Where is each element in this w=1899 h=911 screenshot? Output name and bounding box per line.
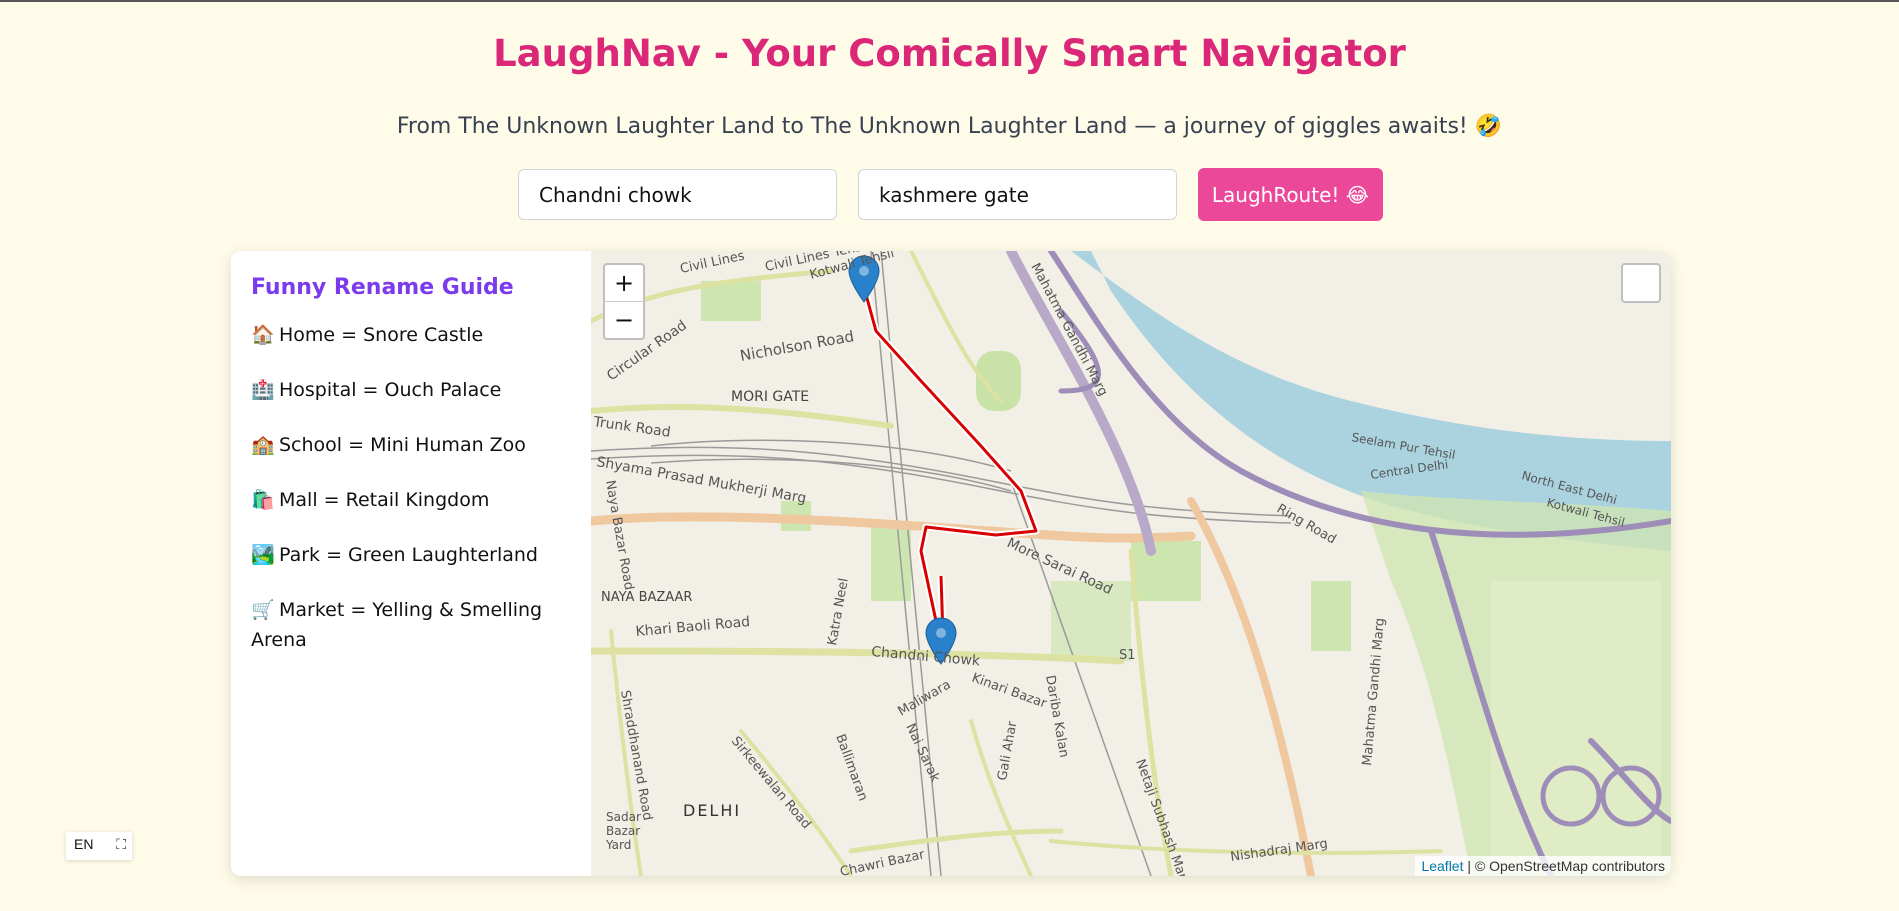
park-icon: 🏞️ <box>251 544 275 566</box>
map-label: Maliwara <box>896 677 954 719</box>
map-label: Khari Baoli Road <box>635 614 751 640</box>
park-area <box>1491 581 1661 871</box>
map-label: Nicholson Road <box>739 327 856 365</box>
leaflet-link[interactable]: Leaflet <box>1421 858 1463 874</box>
map-label: NAYA BAZAAR <box>601 590 692 605</box>
zoom-in-button[interactable]: + <box>605 265 643 302</box>
map-label: Dariba Kalan <box>1042 674 1071 759</box>
guide-item-label: Hospital = Ouch Palace <box>279 379 502 401</box>
rename-guide-sidebar: Funny Rename Guide 🏠 Home = Snore Castle … <box>231 251 591 876</box>
map-attribution: Leaflet | © OpenStreetMap contributors <box>1415 856 1671 876</box>
map-label: Bazar <box>606 824 640 838</box>
map-label: Sadar <box>606 810 641 824</box>
language-switcher[interactable]: EN ⛶ <box>66 832 132 860</box>
from-input[interactable] <box>518 169 837 220</box>
map-label: DELHI <box>683 801 741 820</box>
guide-item-label: Park = Green Laughterland <box>279 544 538 566</box>
home-icon: 🏠 <box>251 324 275 346</box>
attribution-text: | © OpenStreetMap contributors <box>1463 858 1665 874</box>
guide-item-label: Market = Yelling & Smelling Arena <box>251 599 543 651</box>
language-code: EN <box>74 836 94 852</box>
guide-item-label: School = Mini Human Zoo <box>279 434 526 456</box>
guide-item-park: 🏞️ Park = Green Laughterland <box>251 540 571 570</box>
to-input[interactable] <box>858 169 1177 220</box>
guide-item-mall: 🛍️ Mall = Retail Kingdom <box>251 485 571 515</box>
map-label: Shyama Prasad Mukherji Marg <box>595 454 807 507</box>
map-label: Mahatma Gandhi Marg <box>1360 617 1388 766</box>
hospital-icon: 🏥 <box>251 379 275 401</box>
laugh-route-button[interactable]: LaughRoute! 😂 <box>1198 168 1383 221</box>
park-area <box>871 521 911 601</box>
content-panel: Funny Rename Guide 🏠 Home = Snore Castle … <box>231 251 1671 876</box>
guide-item-home: 🏠 Home = Snore Castle <box>251 320 571 350</box>
fullscreen-icon[interactable]: ⛶ <box>116 836 126 853</box>
map-label: Yard <box>605 838 631 852</box>
map-label: Nishadraj Marg <box>1229 836 1328 865</box>
page-title: LaughNav - Your Comically Smart Navigato… <box>493 32 1406 75</box>
cart-icon: 🛒 <box>251 599 275 621</box>
map-label: Civil Lines <box>679 251 747 277</box>
guide-item-label: Mall = Retail Kingdom <box>279 489 490 511</box>
map-label: MORI GATE <box>731 389 809 405</box>
guide-title: Funny Rename Guide <box>251 275 514 300</box>
map-label: Kinari Bazar <box>970 671 1049 712</box>
school-icon: 🏫 <box>251 434 275 456</box>
map-label: Katra Neel <box>825 577 852 647</box>
zoom-out-button[interactable]: − <box>605 302 643 338</box>
park-area <box>1311 581 1351 651</box>
map-label: Trunk Road <box>591 414 671 441</box>
map-label: Gali Ahar <box>995 720 1020 782</box>
map-canvas[interactable]: Civil Lines Civil Lines Tehsil Kotwali T… <box>591 251 1671 876</box>
guide-item-hospital: 🏥 Hospital = Ouch Palace <box>251 375 571 405</box>
guide-item-label: Home = Snore Castle <box>279 324 484 346</box>
shopping-icon: 🛍️ <box>251 489 275 511</box>
map-label: S1 <box>1119 648 1136 663</box>
zoom-control: + − <box>603 263 645 340</box>
layer-control-button[interactable] <box>1621 263 1661 303</box>
map-label: Nai Sarak <box>902 721 942 784</box>
guide-item-market: 🛒 Market = Yelling & Smelling Arena <box>251 595 571 655</box>
page-subtitle: From The Unknown Laughter Land to The Un… <box>396 114 1503 139</box>
map-label: Netaji Subhash Marg <box>1132 757 1192 876</box>
map-label: Chandni Chowk <box>871 644 982 670</box>
map-label: Ballimaran <box>832 732 870 803</box>
park-area <box>1131 541 1201 601</box>
map-view[interactable]: Civil Lines Civil Lines Tehsil Kotwali T… <box>591 251 1671 876</box>
guide-item-school: 🏫 School = Mini Human Zoo <box>251 430 571 460</box>
map-label: Naya Bazar Road <box>602 479 636 591</box>
